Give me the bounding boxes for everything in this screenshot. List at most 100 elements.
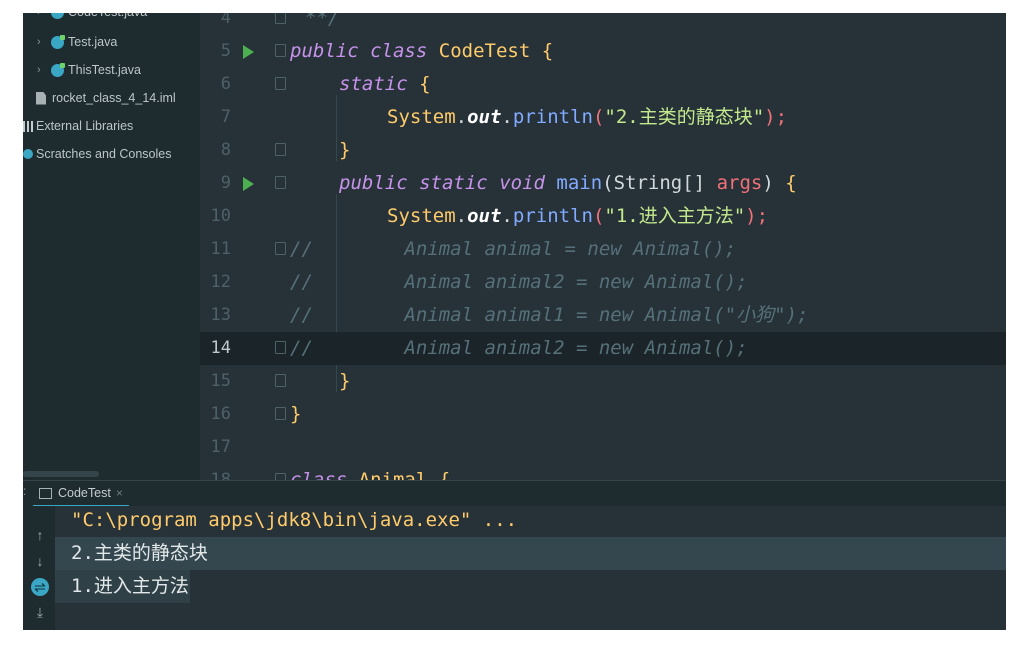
comment-text: Animal animal = new Animal();: [404, 238, 737, 260]
keyword: class: [290, 469, 348, 480]
code-line-current[interactable]: 14 // Animal animal2 = new Animal();: [200, 332, 1006, 365]
paren: (: [592, 205, 605, 227]
code-editor[interactable]: 4 **/ 5 public class CodeTest { 6 static…: [200, 13, 1006, 480]
keyword: public: [339, 172, 408, 194]
dot: .: [455, 205, 468, 227]
code-line[interactable]: 4 **/: [200, 13, 1006, 35]
code-line[interactable]: 11 // Animal animal = new Animal();: [200, 233, 1006, 266]
line-number: 17: [210, 437, 231, 457]
sidebar-scrollbar[interactable]: [23, 471, 99, 477]
fold-marker-icon[interactable]: [275, 13, 286, 24]
console-line: 1.进入主方法: [55, 570, 190, 603]
print-icon[interactable]: ▬: [32, 626, 48, 630]
code-line[interactable]: 10 System.out.println("1.进入主方法");: [200, 200, 1006, 233]
fold-marker-icon[interactable]: [275, 77, 286, 90]
brace: {: [541, 40, 554, 62]
library-icon: [23, 120, 33, 132]
tree-item-scratches[interactable]: Scratches and Consoles: [23, 143, 172, 165]
chevron-right-icon[interactable]: ›: [37, 59, 51, 81]
fold-marker-icon[interactable]: [275, 341, 286, 354]
run-gutter-icon[interactable]: [243, 45, 254, 59]
class-name: System: [387, 106, 456, 128]
console-line: 2.主类的静态块: [55, 537, 1006, 570]
fold-marker-icon[interactable]: [275, 242, 286, 255]
line-number: 6: [220, 74, 231, 94]
brace: {: [419, 73, 431, 95]
fold-marker-icon[interactable]: [275, 143, 286, 156]
arrow-up-icon[interactable]: ↑: [32, 526, 48, 544]
run-toolbar: ↑ ↓ ⇌ ⤓ ▬: [23, 506, 55, 630]
chevron-right-icon[interactable]: ›: [37, 13, 51, 23]
code-line[interactable]: 7 System.out.println("2.主类的静态块");: [200, 101, 1006, 134]
scratch-icon: [23, 149, 33, 159]
comment-marker: //: [290, 238, 313, 260]
scroll-to-end-icon[interactable]: ⤓: [32, 603, 48, 621]
brace: }: [339, 370, 351, 392]
java-class-icon: [51, 34, 65, 49]
code-line[interactable]: 16 }: [200, 398, 1006, 431]
java-class-icon: [51, 62, 65, 77]
comment-marker: //: [290, 337, 313, 359]
soft-wrap-icon[interactable]: ⇌: [31, 578, 49, 596]
code-line[interactable]: 6 static {: [200, 68, 1006, 101]
run-console[interactable]: "C:\program apps\jdk8\bin\java.exe" ... …: [55, 506, 1006, 630]
tree-item-label: External Libraries: [36, 119, 134, 133]
iml-file-icon: [36, 91, 46, 105]
tree-item-label: Test.java: [68, 35, 118, 49]
class-name: Animal: [358, 469, 428, 480]
tree-item-thistest[interactable]: › ThisTest.java: [37, 59, 141, 81]
tree-item-label: Scratches and Consoles: [36, 147, 172, 161]
dot: .: [455, 106, 468, 128]
run-tab-label: CodeTest: [58, 486, 111, 500]
line-number: 9: [220, 173, 231, 193]
fold-marker-icon[interactable]: [275, 44, 286, 57]
string-literal: "1.进入主方法": [604, 205, 746, 227]
brace: }: [339, 139, 351, 161]
chevron-right-icon[interactable]: ›: [37, 31, 51, 53]
line-number: 4: [220, 13, 231, 28]
method-name: println: [512, 205, 593, 227]
code-line[interactable]: 13 // Animal animal1 = new Animal("小狗");: [200, 299, 1006, 332]
fold-marker-icon[interactable]: [275, 407, 286, 420]
code-line[interactable]: 5 public class CodeTest {: [200, 35, 1006, 68]
line-number: 10: [210, 206, 231, 226]
brace: {: [438, 469, 451, 480]
code-line[interactable]: 15 }: [200, 365, 1006, 398]
tree-item-external-libraries[interactable]: External Libraries: [23, 115, 133, 137]
fold-marker-icon[interactable]: [275, 374, 286, 387]
keyword: void: [499, 172, 545, 194]
code-line[interactable]: 17: [200, 431, 1006, 464]
line-number: 14: [210, 338, 231, 358]
code-line[interactable]: 12 // Animal animal2 = new Animal();: [200, 266, 1006, 299]
code-line[interactable]: 9 public static void main(String[] args)…: [200, 167, 1006, 200]
field-name: out: [467, 106, 502, 128]
comment-marker: //: [290, 271, 313, 293]
paren: ): [762, 172, 774, 194]
tree-item-test[interactable]: › Test.java: [37, 31, 117, 53]
class-name: System: [387, 205, 456, 227]
line-number: 11: [210, 239, 231, 259]
tree-item-iml[interactable]: rocket_class_4_14.iml: [36, 87, 176, 109]
comment-text: Animal animal2 = new Animal();: [404, 271, 748, 293]
keyword: static: [419, 172, 488, 194]
string-literal: "2.主类的静态块": [604, 106, 765, 128]
arrow-down-icon[interactable]: ↓: [32, 552, 48, 570]
line-number: 8: [220, 140, 231, 160]
field-name: out: [467, 205, 502, 227]
code-line[interactable]: 18 class Animal {: [200, 464, 1006, 480]
code-line[interactable]: 8 }: [200, 134, 1006, 167]
fold-marker-icon[interactable]: [275, 176, 286, 189]
line-number: 15: [210, 371, 231, 391]
run-gutter-icon[interactable]: [243, 177, 254, 191]
method-name: main: [556, 172, 603, 194]
keyword: class: [370, 40, 428, 62]
line-number: 12: [210, 272, 231, 292]
fold-marker-icon[interactable]: [275, 473, 286, 480]
tool-window-handle[interactable]: :: [23, 484, 26, 498]
tree-item-label: CodeTest.java: [68, 13, 147, 23]
brace: }: [290, 403, 302, 425]
parameter-type: (String[]: [602, 172, 706, 194]
close-icon[interactable]: ×: [116, 486, 123, 500]
tree-item-codetest[interactable]: › CodeTest.java: [37, 13, 147, 23]
method-name: println: [512, 106, 593, 128]
